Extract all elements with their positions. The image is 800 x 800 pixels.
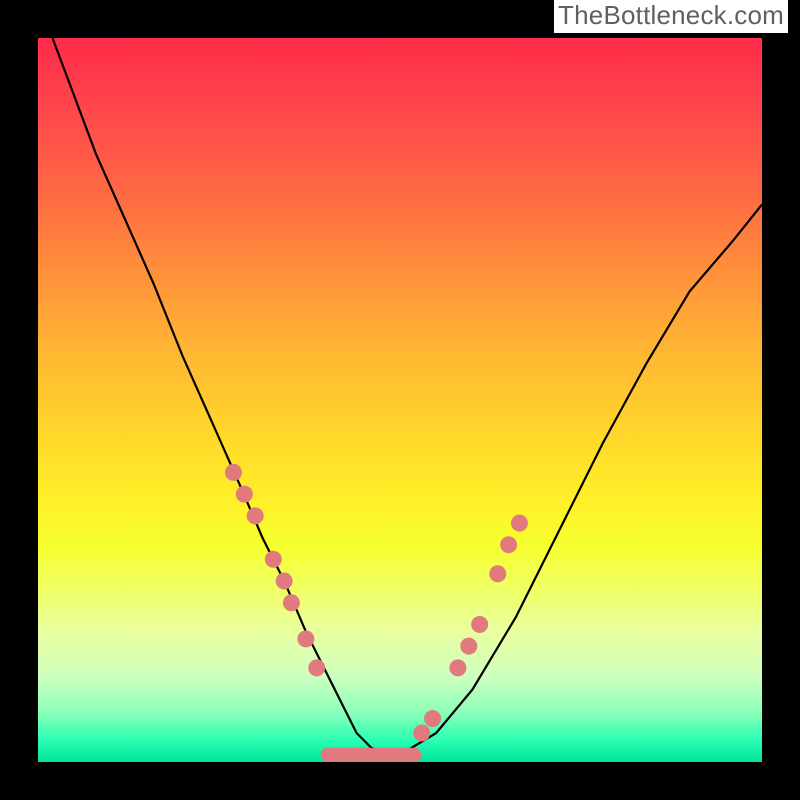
marker-dot [460,638,477,655]
markers-right-group [413,515,528,742]
marker-dot [225,464,242,481]
marker-dot [511,515,528,532]
marker-dot [424,710,441,727]
chart-overlay [38,38,762,762]
marker-dot [276,573,293,590]
marker-dot [489,565,506,582]
bottleneck-curve [53,38,763,755]
marker-dot [500,536,517,553]
marker-dot [449,659,466,676]
marker-dot [283,594,300,611]
markers-left-group [225,464,325,676]
marker-dot [247,507,264,524]
marker-dot [265,551,282,568]
attribution-label: TheBottleneck.com [554,0,788,33]
chart-frame: TheBottleneck.com [0,0,800,800]
marker-dot [413,725,430,742]
marker-dot [297,630,314,647]
marker-dot [236,486,253,503]
marker-dot [471,616,488,633]
marker-dot [308,659,325,676]
